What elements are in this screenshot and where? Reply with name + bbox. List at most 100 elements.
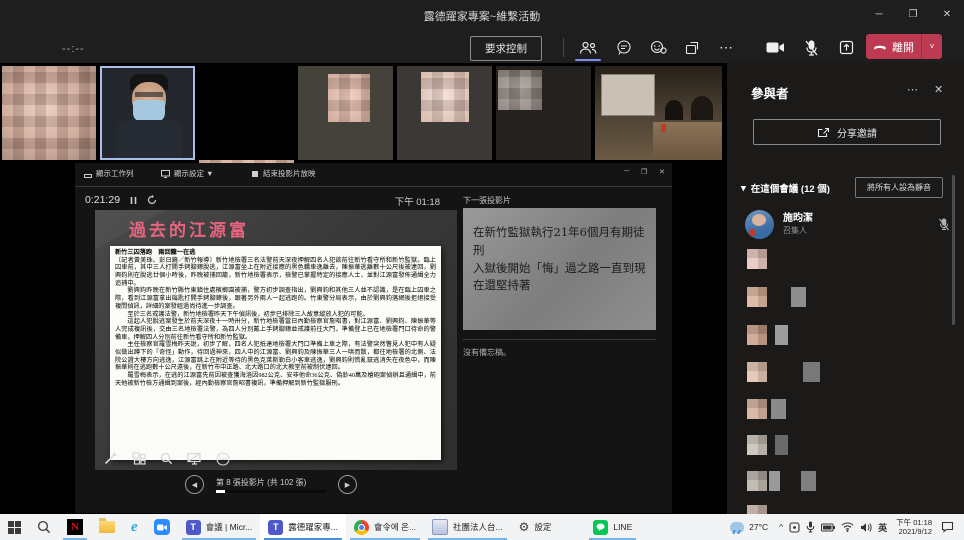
ppt-minimize-icon[interactable]: ─	[624, 168, 629, 175]
panel-more-icon[interactable]: ⋯	[907, 83, 918, 96]
meeting-stage: 顯示工作列 顯示設定 ▼ 結束投影片放映 ─ ❐ ✕	[0, 63, 726, 514]
chrome-icon	[354, 520, 369, 535]
chevron-down-icon: ▾	[741, 183, 746, 194]
taskbar-item-label: 露德躍家專...	[288, 521, 338, 533]
pen-tool-icon[interactable]	[103, 451, 118, 466]
start-button[interactable]	[0, 514, 29, 540]
taskbar-teams-app-window[interactable]: T 露德躍家專...	[260, 514, 346, 540]
next-slide-button[interactable]: ▶	[338, 475, 357, 494]
presentation-timer: 0:21:29	[85, 194, 120, 206]
censored-name-block	[769, 471, 780, 491]
panel-close-icon[interactable]: ✕	[934, 83, 943, 96]
taskbar-weather[interactable]: 27°C	[722, 514, 776, 540]
chat-icon[interactable]	[612, 38, 636, 57]
presentation-timer-row: 0:21:29	[85, 194, 157, 206]
participants-title: 參與者	[751, 83, 789, 102]
toolbar-divider	[563, 38, 564, 57]
video-tile-speaker-masked-man[interactable]	[100, 66, 195, 160]
restart-timer-icon[interactable]	[147, 195, 157, 205]
presenter-tools	[103, 451, 230, 466]
next-slide-preview[interactable]: 在新竹監獄執行21年6個月有期徒刑 入獄後開始「悔」過之路一直到現在還堅持著	[463, 208, 656, 330]
taskbar-item-label: 會議 | Micr...	[206, 521, 253, 533]
end-show-icon	[251, 170, 259, 178]
camera-icon[interactable]	[763, 38, 787, 57]
taskbar-item-label: LINE	[613, 522, 632, 532]
tray-battery-icon[interactable]	[818, 514, 838, 540]
taskbar-netflix[interactable]: N	[59, 514, 91, 540]
tray-wifi-icon[interactable]	[838, 514, 857, 540]
taskbar-line[interactable]: LINE	[585, 514, 640, 540]
zoom-slide-icon[interactable]	[159, 451, 174, 466]
share-invite-button[interactable]: 分享邀請	[753, 119, 941, 145]
black-screen-icon[interactable]	[187, 451, 202, 466]
display-settings-button[interactable]: 顯示設定 ▼	[161, 168, 214, 179]
maximize-button[interactable]: ❐	[896, 0, 930, 28]
current-slide[interactable]: 過去的江源富 新竹三囚落跑 兩回籠一在逃 〔記者黃美珠、彭日鏡／新竹報導〕新竹地…	[95, 210, 457, 470]
internet-explorer-icon: e	[131, 519, 138, 536]
video-tile-meeting-room[interactable]	[595, 66, 722, 160]
taskbar-clock[interactable]: 下午 01:18 2021/9/12	[890, 514, 938, 540]
line-app-icon	[593, 520, 608, 535]
in-meeting-section-header[interactable]: ▾ 在這個會議 (12 個)	[741, 181, 830, 195]
leave-button[interactable]: 離開 ˅	[866, 34, 942, 59]
gear-icon: ⚙	[519, 520, 530, 534]
temperature: 27°C	[749, 522, 768, 532]
participant-row-organizer[interactable]: 施昀潔 召集人	[745, 207, 950, 241]
taskbar-zoom[interactable]	[146, 514, 178, 540]
taskbar-search-button[interactable]	[29, 514, 59, 540]
leave-label: 離開	[892, 39, 914, 55]
taskbar-settings[interactable]: ⚙ 設定	[511, 514, 560, 540]
tray-mic-icon[interactable]	[803, 514, 818, 540]
request-control-button[interactable]: 要求控制	[470, 36, 542, 61]
meeting-timer: --:--	[62, 43, 85, 55]
tray-expand-chevron[interactable]: ^	[776, 514, 786, 540]
censored-name-block	[801, 471, 816, 491]
newspaper-clipping: 新竹三囚落跑 兩回籠一在逃 〔記者黃美珠、彭日鏡／新竹報導〕新竹地檢署三名法警前…	[110, 246, 441, 460]
video-tile-blurred-1[interactable]	[2, 66, 96, 160]
tray-app-icon[interactable]	[786, 514, 803, 540]
avatar	[747, 399, 767, 419]
leave-options-chevron[interactable]: ˅	[921, 34, 942, 59]
windows-logo-icon	[8, 521, 21, 534]
avatar	[747, 435, 767, 455]
ppt-close-icon[interactable]: ✕	[659, 168, 665, 176]
action-center-icon[interactable]	[938, 514, 964, 540]
breakout-rooms-icon[interactable]	[680, 38, 704, 57]
meeting-toolbar: --:-- 要求控制 ⋯	[0, 30, 964, 64]
shared-screen-presenter-view: 顯示工作列 顯示設定 ▼ 結束投影片放映 ─ ❐ ✕	[75, 163, 672, 513]
participants-icon[interactable]	[576, 38, 600, 57]
more-slideshow-options-icon[interactable]	[215, 451, 230, 466]
participant-mic-muted-icon[interactable]	[938, 218, 950, 231]
end-slideshow-button[interactable]: 結束投影片放映	[251, 168, 316, 179]
censored-name-block	[791, 287, 806, 307]
news-paragraph: 這起人犯脫逃案發生於前天深夜十一時卅分，新竹地檢署當日內勤檢察官詹昭書，對江源富…	[115, 318, 436, 341]
taskbar-chrome-window[interactable]: 會令에 온...	[346, 514, 424, 540]
tray-volume-icon[interactable]	[857, 514, 875, 540]
video-tile-blurred-3[interactable]	[298, 66, 393, 160]
see-all-slides-icon[interactable]	[131, 451, 146, 466]
taskbar-organization-window[interactable]: 社團法人台...	[424, 514, 511, 540]
news-paragraph: 〔記者黃美珠、彭日鏡／新竹報導〕新竹地檢署三名法警前天深夜押解四名人犯欲前往新竹…	[115, 257, 436, 288]
taskbar-teams-meeting-window[interactable]: T 會議 | Micr...	[178, 514, 261, 540]
minimize-button[interactable]: ─	[862, 0, 896, 28]
pause-timer-icon[interactable]	[130, 196, 137, 205]
news-paragraph: 劉興鈞昨晚在新竹縣竹東鎮住處檳榔園被捕，警方初步調查指出，劉興鈞和其他三人並不認…	[115, 287, 436, 310]
ppt-restore-icon[interactable]: ❐	[641, 168, 647, 176]
video-tile-blurred-4[interactable]	[397, 66, 492, 160]
show-taskbar-button[interactable]: 顯示工作列	[84, 168, 134, 179]
sidebar-scrollbar[interactable]	[952, 175, 955, 325]
more-options-icon[interactable]: ⋯	[714, 38, 738, 57]
mute-all-button[interactable]: 將所有人設為靜音	[855, 177, 943, 198]
share-screen-icon[interactable]	[834, 38, 858, 57]
input-language-indicator[interactable]: 英	[875, 514, 890, 540]
taskbar-internet-explorer[interactable]: e	[123, 514, 146, 540]
mic-muted-icon[interactable]	[799, 38, 823, 57]
video-tile-blurred-5[interactable]	[496, 66, 591, 160]
reactions-icon[interactable]	[646, 38, 670, 57]
close-button[interactable]: ✕	[930, 0, 964, 28]
previous-slide-button[interactable]: ◀	[185, 475, 204, 494]
next-slide-label: 下一張投影片	[463, 195, 511, 206]
taskbar-file-explorer[interactable]	[91, 514, 123, 540]
news-headline: 新竹三囚落跑 兩回籠一在逃	[115, 249, 436, 257]
news-paragraph: 羅雪梅表示，在逃的江源富先前因被查獲海洛因982公克、安非他命36公克、偽鈔40…	[115, 372, 436, 387]
